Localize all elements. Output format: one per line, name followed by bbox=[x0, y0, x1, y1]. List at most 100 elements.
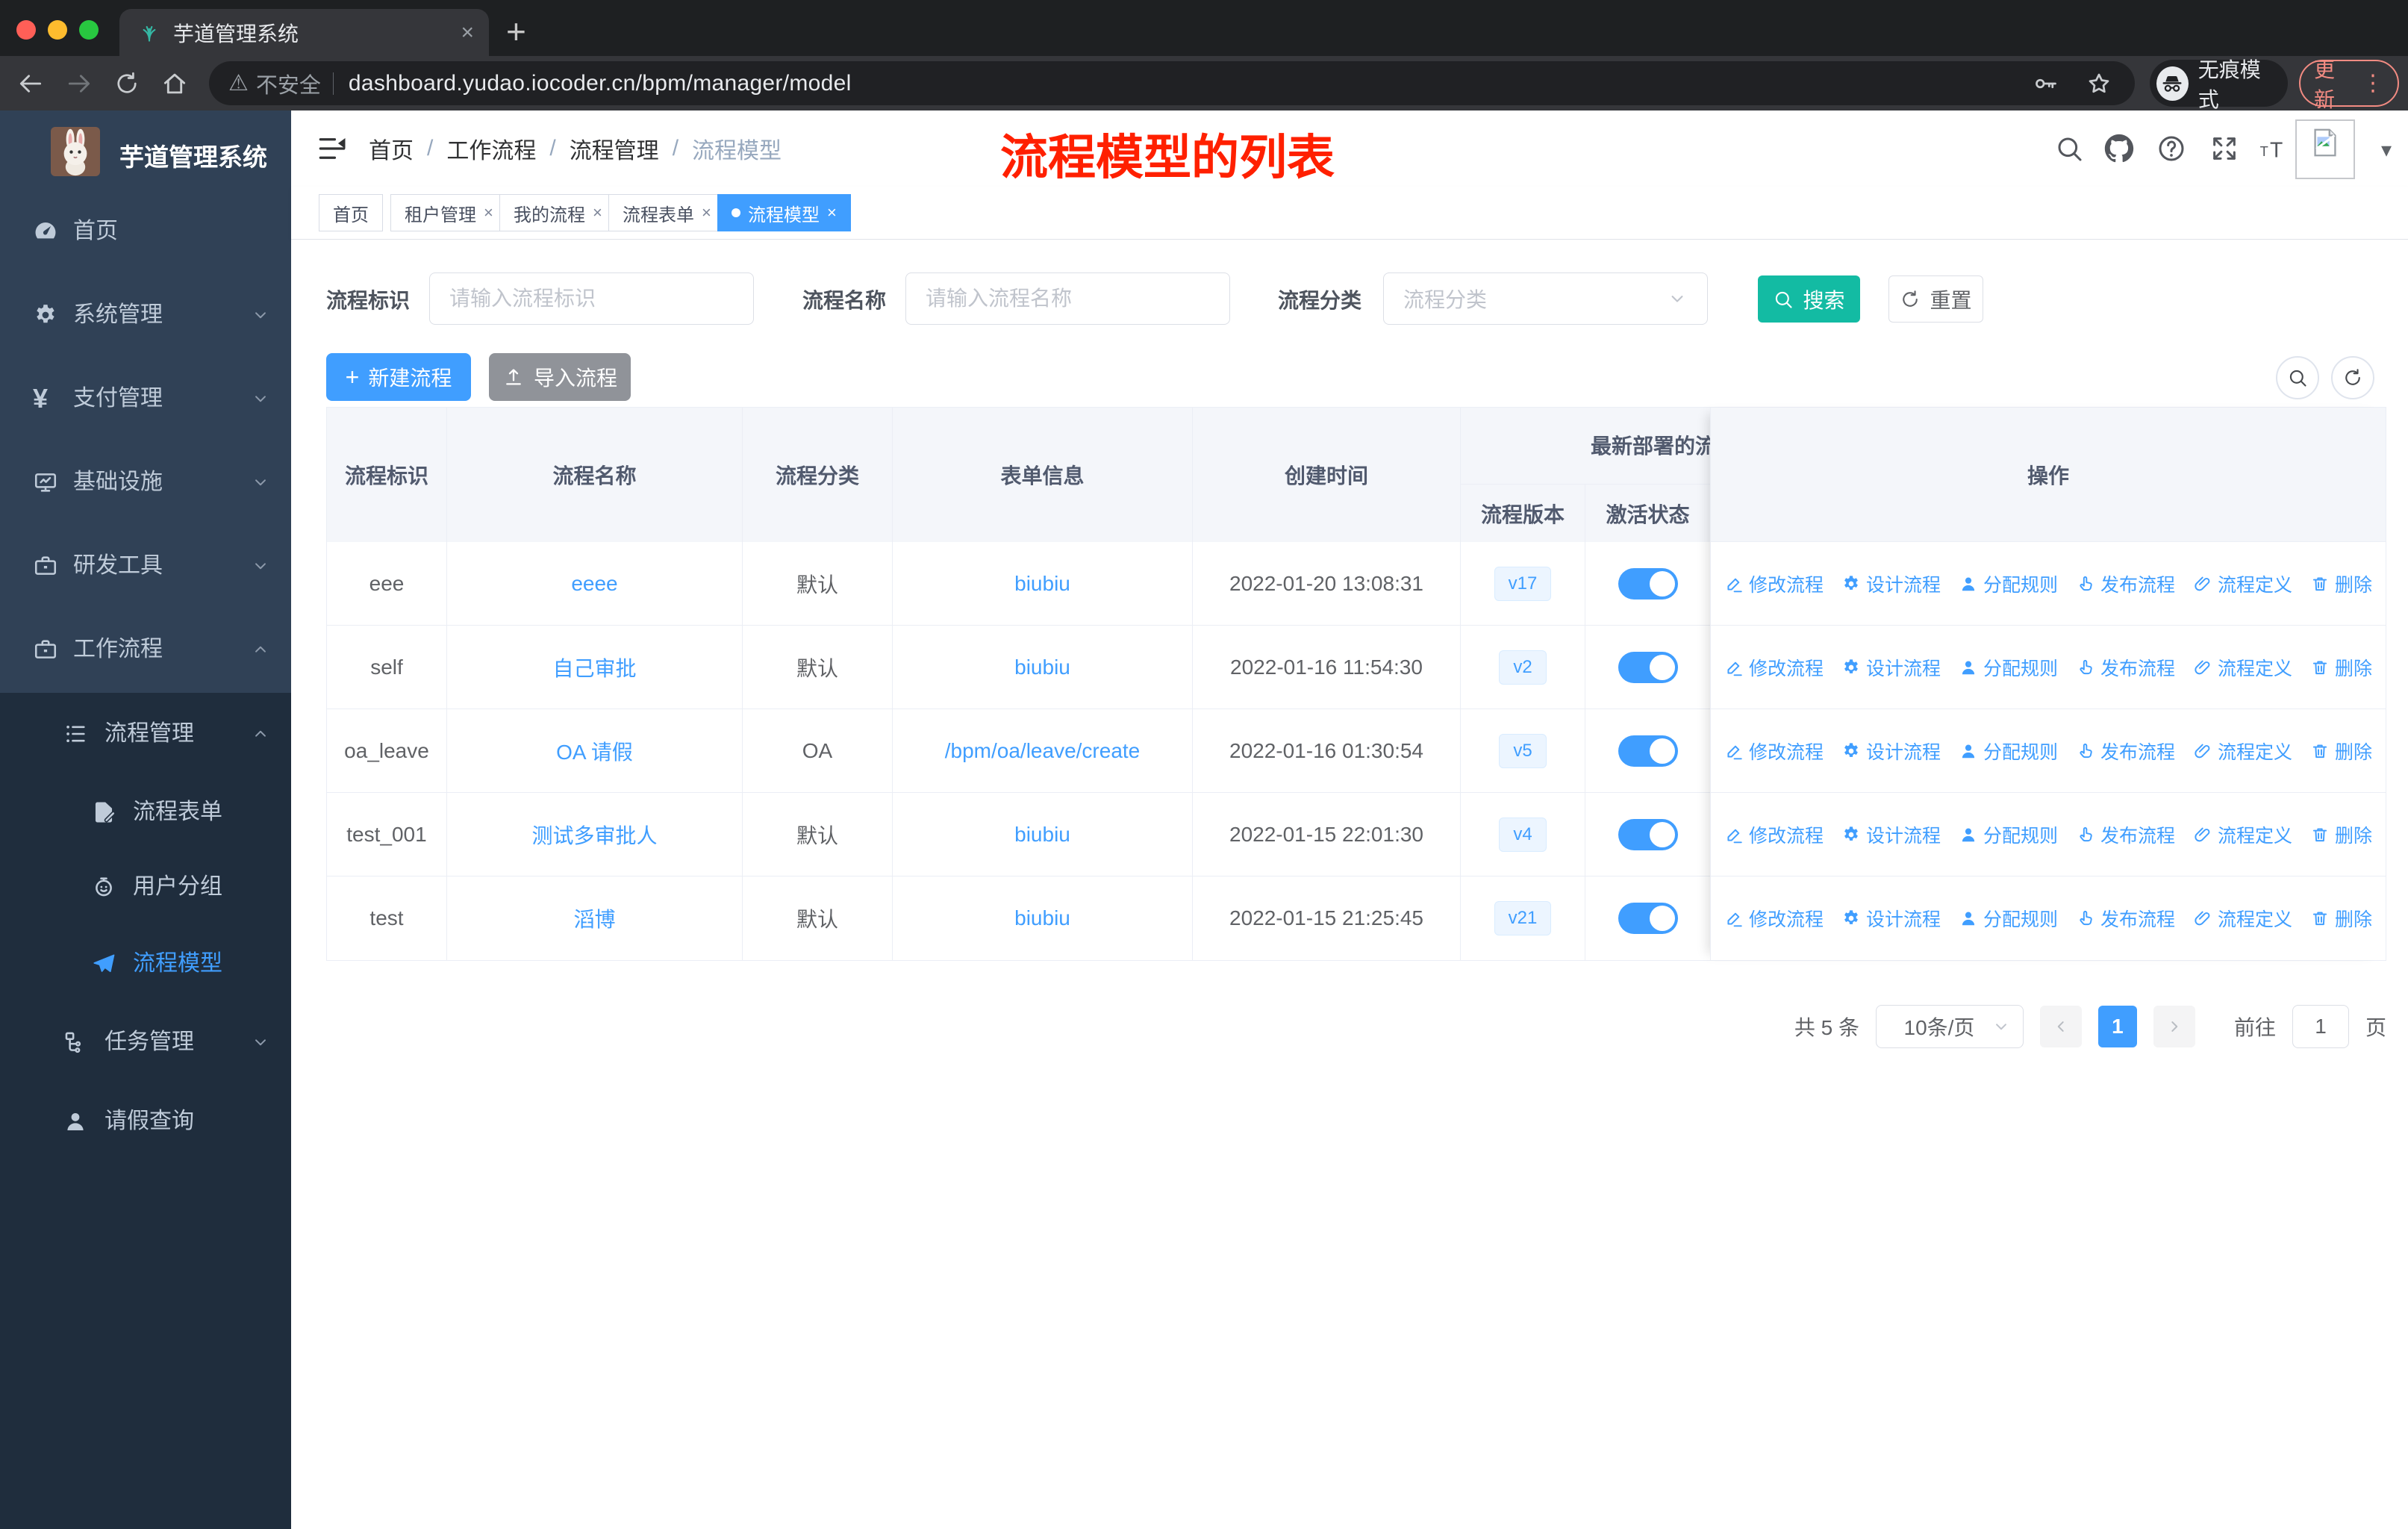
home-icon[interactable] bbox=[160, 69, 189, 98]
action-design-link[interactable]: 设计流程 bbox=[1841, 654, 1941, 681]
prev-page-button[interactable] bbox=[2039, 1006, 2082, 1047]
browser-menu-icon[interactable]: ⋮ bbox=[2362, 72, 2384, 95]
refresh-table-button[interactable] bbox=[2331, 356, 2374, 399]
action-assign-link[interactable]: 分配规则 bbox=[1959, 821, 2058, 848]
action-edit-link[interactable]: 修改流程 bbox=[1724, 654, 1824, 681]
action-delete-link[interactable]: 删除 bbox=[2310, 905, 2372, 932]
action-design-link[interactable]: 设计流程 bbox=[1841, 738, 1941, 764]
page-size-select[interactable]: 10条/页 bbox=[1875, 1005, 2024, 1048]
tab-close-icon[interactable]: × bbox=[461, 21, 474, 44]
import-process-button[interactable]: 导入流程 bbox=[489, 353, 631, 401]
sidebar-item-process-mgmt[interactable]: 流程管理 bbox=[0, 692, 291, 776]
active-toggle[interactable] bbox=[1618, 903, 1678, 934]
next-page-button[interactable] bbox=[2153, 1006, 2195, 1047]
action-assign-link[interactable]: 分配规则 bbox=[1959, 738, 2058, 764]
action-edit-link[interactable]: 修改流程 bbox=[1724, 905, 1824, 932]
forward-icon[interactable] bbox=[65, 69, 93, 98]
action-definition-link[interactable]: 流程定义 bbox=[2193, 738, 2292, 764]
form-info-link[interactable]: biubiu bbox=[1014, 655, 1070, 679]
action-definition-link[interactable]: 流程定义 bbox=[2193, 821, 2292, 848]
search-icon[interactable] bbox=[2054, 134, 2084, 164]
action-definition-link[interactable]: 流程定义 bbox=[2193, 905, 2292, 932]
filter-name-input[interactable] bbox=[905, 273, 1230, 325]
security-label[interactable]: 不安全 bbox=[256, 68, 321, 99]
action-delete-link[interactable]: 删除 bbox=[2310, 821, 2372, 848]
browser-tab[interactable]: 芋道管理系统 × bbox=[119, 9, 489, 56]
app-logo[interactable] bbox=[51, 127, 100, 176]
breadcrumb-home[interactable]: 首页 bbox=[369, 132, 414, 165]
breadcrumb-process-mgmt[interactable]: 流程管理 bbox=[570, 132, 659, 165]
new-tab-icon[interactable]: + bbox=[506, 10, 526, 52]
action-definition-link[interactable]: 流程定义 bbox=[2193, 654, 2292, 681]
sidebar-item-process-form[interactable]: 流程表单 bbox=[0, 770, 291, 854]
sidebar-item-leave-query[interactable]: 请假查询 bbox=[0, 1080, 291, 1163]
filter-category-select[interactable]: 流程分类 bbox=[1383, 273, 1708, 325]
traffic-minimize-icon[interactable] bbox=[48, 20, 67, 40]
sidebar-item-payment[interactable]: ¥ 支付管理 bbox=[0, 357, 291, 440]
sidebar-item-process-model[interactable]: 流程模型 bbox=[0, 922, 291, 1006]
active-toggle[interactable] bbox=[1618, 735, 1678, 767]
tag-process-model[interactable]: 流程模型 × bbox=[717, 194, 851, 231]
process-name-link[interactable]: OA 请假 bbox=[556, 736, 633, 766]
form-info-link[interactable]: biubiu bbox=[1014, 823, 1070, 847]
sidebar-item-task-mgmt[interactable]: 任务管理 bbox=[0, 1000, 291, 1084]
action-publish-link[interactable]: 发布流程 bbox=[2076, 738, 2175, 764]
tag-process-form[interactable]: 流程表单 × bbox=[608, 194, 726, 231]
process-name-link[interactable]: 滔博 bbox=[573, 903, 615, 933]
tag-close-icon[interactable]: × bbox=[593, 203, 602, 222]
action-delete-link[interactable]: 删除 bbox=[2310, 654, 2372, 681]
bookmark-star-icon[interactable] bbox=[2086, 70, 2112, 97]
create-process-button[interactable]: + 新建流程 bbox=[326, 353, 471, 401]
font-size-icon[interactable] bbox=[2259, 134, 2289, 164]
action-design-link[interactable]: 设计流程 bbox=[1841, 905, 1941, 932]
github-icon[interactable] bbox=[2104, 134, 2134, 164]
process-name-link[interactable]: 自己审批 bbox=[552, 653, 636, 682]
current-page-button[interactable]: 1 bbox=[2097, 1006, 2137, 1047]
reset-button[interactable]: 重置 bbox=[1888, 275, 1983, 323]
sidebar-item-devtools[interactable]: 研发工具 bbox=[0, 524, 291, 608]
sidebar-item-workflow[interactable]: 工作流程 bbox=[0, 608, 291, 691]
action-assign-link[interactable]: 分配规则 bbox=[1959, 905, 2058, 932]
tag-close-icon[interactable]: × bbox=[827, 203, 837, 222]
fullscreen-icon[interactable] bbox=[2209, 134, 2239, 164]
url-text[interactable]: dashboard.yudao.iocoder.cn/bpm/manager/m… bbox=[349, 71, 852, 96]
action-definition-link[interactable]: 流程定义 bbox=[2193, 570, 2292, 597]
action-assign-link[interactable]: 分配规则 bbox=[1959, 654, 2058, 681]
sidebar-item-system[interactable]: 系统管理 bbox=[0, 273, 291, 357]
action-publish-link[interactable]: 发布流程 bbox=[2076, 905, 2175, 932]
sidebar-item-user-group[interactable]: 用户分组 bbox=[0, 845, 291, 929]
tag-my-process[interactable]: 我的流程 × bbox=[499, 194, 617, 231]
address-bar[interactable]: ⚠ 不安全 dashboard.yudao.iocoder.cn/bpm/man… bbox=[209, 61, 2135, 105]
action-publish-link[interactable]: 发布流程 bbox=[2076, 821, 2175, 848]
key-icon[interactable] bbox=[2032, 70, 2059, 97]
sidebar-fold-icon[interactable] bbox=[316, 133, 348, 164]
help-icon[interactable] bbox=[2156, 134, 2186, 164]
tag-close-icon[interactable]: × bbox=[702, 203, 711, 222]
tag-tenant[interactable]: 租户管理 × bbox=[390, 194, 508, 231]
action-edit-link[interactable]: 修改流程 bbox=[1724, 821, 1824, 848]
browser-update-button[interactable]: 更新 ⋮ bbox=[2299, 58, 2399, 111]
action-publish-link[interactable]: 发布流程 bbox=[2076, 654, 2175, 681]
active-toggle[interactable] bbox=[1618, 819, 1678, 850]
caret-down-icon[interactable]: ▾ bbox=[2381, 137, 2392, 162]
search-button[interactable]: 搜索 bbox=[1758, 275, 1860, 323]
update-label[interactable]: 更新 bbox=[2314, 54, 2352, 113]
action-publish-link[interactable]: 发布流程 bbox=[2076, 570, 2175, 597]
form-info-link[interactable]: biubiu bbox=[1014, 572, 1070, 596]
tag-home[interactable]: 首页 bbox=[319, 194, 383, 231]
filter-key-input[interactable] bbox=[429, 273, 754, 325]
process-name-link[interactable]: eeee bbox=[571, 572, 617, 596]
sidebar-item-home[interactable]: 首页 bbox=[0, 190, 291, 273]
traffic-zoom-icon[interactable] bbox=[79, 20, 99, 40]
user-avatar[interactable] bbox=[2295, 119, 2355, 179]
back-icon[interactable] bbox=[16, 69, 45, 98]
tag-close-icon[interactable]: × bbox=[484, 203, 493, 222]
action-delete-link[interactable]: 删除 bbox=[2310, 738, 2372, 764]
form-info-link[interactable]: /bpm/oa/leave/create bbox=[945, 739, 1141, 763]
form-info-link[interactable]: biubiu bbox=[1014, 906, 1070, 930]
action-design-link[interactable]: 设计流程 bbox=[1841, 821, 1941, 848]
breadcrumb-workflow[interactable]: 工作流程 bbox=[446, 132, 536, 165]
goto-page-input[interactable] bbox=[2292, 1005, 2349, 1048]
sidebar-item-infra[interactable]: 基础设施 bbox=[0, 440, 291, 524]
show-search-button[interactable] bbox=[2276, 356, 2319, 399]
